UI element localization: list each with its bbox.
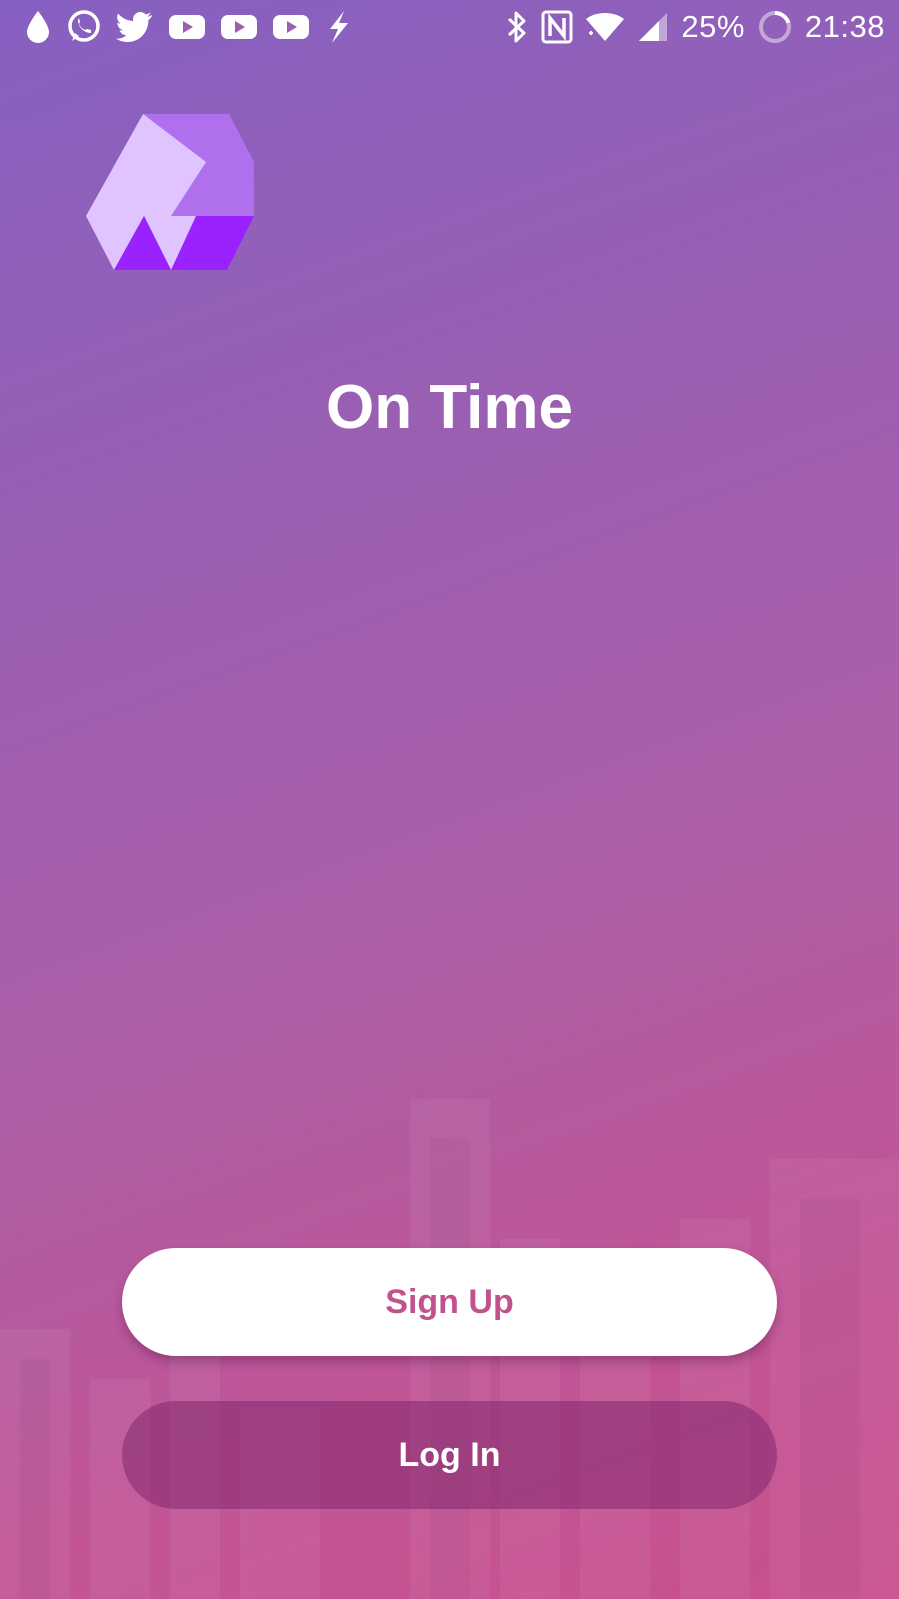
nfc-icon (541, 10, 573, 44)
notification-icons (24, 8, 352, 46)
welcome-screen: 25% 21:38 On Time Sign Up Log In (0, 0, 899, 1599)
clock: 21:38 (804, 9, 885, 44)
log-in-button[interactable]: Log In (122, 1401, 777, 1509)
status-bar: 25% 21:38 (0, 0, 899, 54)
youtube-icon (220, 13, 258, 41)
signal-icon (637, 11, 669, 43)
system-icons: 25% 21:38 (505, 8, 885, 46)
app-logo-icon (86, 114, 254, 270)
youtube-icon (168, 13, 206, 41)
youtube-icon (272, 13, 310, 41)
flash-icon (324, 10, 352, 44)
drop-icon (24, 9, 52, 45)
sign-up-button[interactable]: Sign Up (122, 1248, 777, 1356)
battery-ring-icon (757, 9, 793, 45)
app-title: On Time (326, 373, 573, 442)
bluetooth-icon (505, 10, 529, 44)
battery-percent: 25% (681, 9, 745, 44)
twitter-icon (116, 11, 154, 43)
wifi-icon (585, 11, 625, 43)
whatsapp-icon (66, 9, 102, 45)
